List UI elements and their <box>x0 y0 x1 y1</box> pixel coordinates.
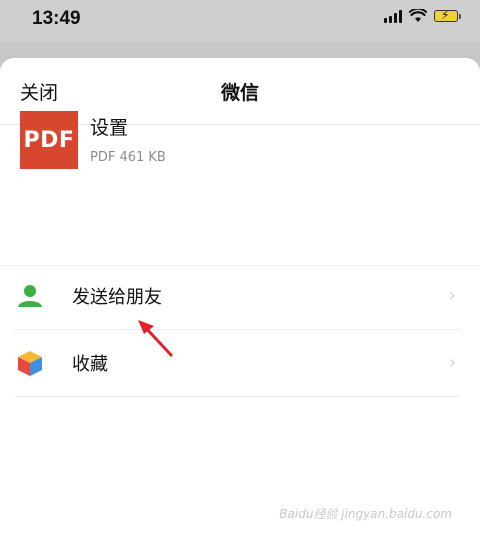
chevron-right-icon: › <box>448 285 456 306</box>
wifi-icon <box>409 9 427 22</box>
cellular-signal-icon <box>384 9 402 23</box>
status-icons: ⚡ <box>384 8 461 23</box>
send-to-friend-label: 发送给朋友 <box>72 287 162 308</box>
file-meta: PDF 461 KB <box>90 150 166 165</box>
chevron-right-icon: › <box>448 352 456 373</box>
pdf-file-icon: PDF <box>20 111 78 169</box>
red-arrow-annotation <box>138 320 174 358</box>
watermark: Baidu经验 jingyan.baidu.com <box>279 507 452 521</box>
status-bar: 13:49 ⚡ <box>0 0 480 42</box>
send-to-friend-button[interactable]: 发送给朋友 › <box>14 263 460 329</box>
sheet-title: 微信 <box>220 82 259 104</box>
status-time: 13:49 <box>32 8 81 29</box>
favorite-button[interactable]: 收藏 › <box>14 330 460 396</box>
person-icon <box>16 282 44 310</box>
cube-icon <box>16 349 44 377</box>
battery-charging-icon: ⚡ <box>434 8 461 22</box>
file-name: 设置 <box>90 117 129 139</box>
favorite-label: 收藏 <box>72 354 108 375</box>
divider <box>14 396 460 397</box>
